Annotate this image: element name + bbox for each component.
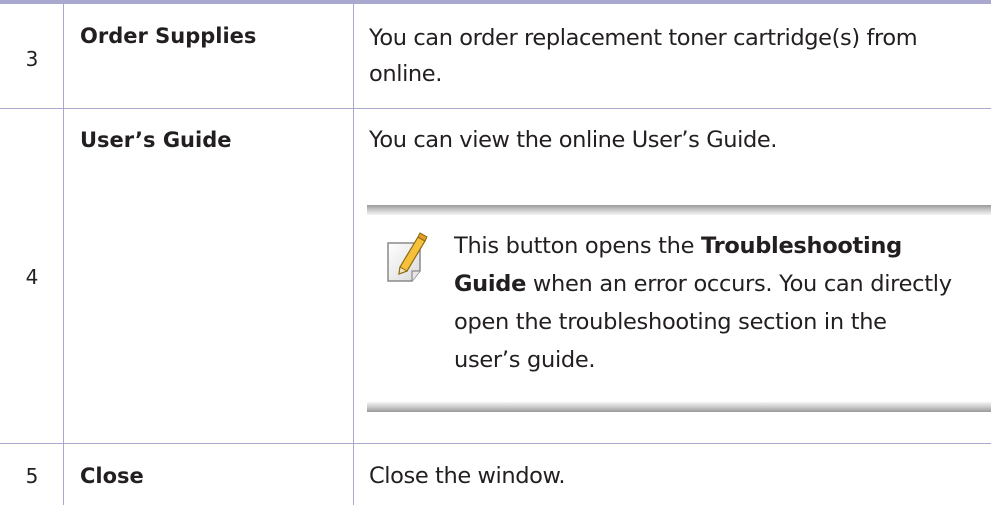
row-divider xyxy=(0,108,991,109)
row-description-line: online. xyxy=(369,61,442,87)
row-number: 5 xyxy=(25,464,39,488)
note-box: This button opens the Troubleshooting Gu… xyxy=(367,205,991,412)
note-band-bottom xyxy=(367,402,991,412)
note-text-part: when an error occurs. You can directly xyxy=(526,271,952,297)
note-bold-text: Troubleshooting xyxy=(701,233,902,259)
row-name: Close xyxy=(80,464,144,488)
table-top-rule xyxy=(0,0,991,4)
row-number: 4 xyxy=(25,265,39,289)
note-text: This button opens the Troubleshooting Gu… xyxy=(454,227,974,379)
row-description: You can view the online User’s Guide. xyxy=(369,127,778,153)
row-name: Order Supplies xyxy=(80,24,257,48)
row-description: Close the window. xyxy=(369,463,566,489)
column-divider-right xyxy=(353,0,354,505)
row-description-line: You can order replacement toner cartridg… xyxy=(369,25,918,51)
note-pencil-icon xyxy=(384,229,430,285)
row-divider xyxy=(0,443,991,444)
note-band-top xyxy=(367,205,991,215)
note-bold-text: Guide xyxy=(454,271,527,297)
note-text-part: This button opens the xyxy=(454,233,701,259)
row-number: 3 xyxy=(25,47,39,71)
column-divider-left xyxy=(63,0,64,505)
row-name: User’s Guide xyxy=(80,128,232,152)
note-text-part: open the troubleshooting section in the xyxy=(454,309,887,335)
note-text-part: user’s guide. xyxy=(454,347,596,373)
